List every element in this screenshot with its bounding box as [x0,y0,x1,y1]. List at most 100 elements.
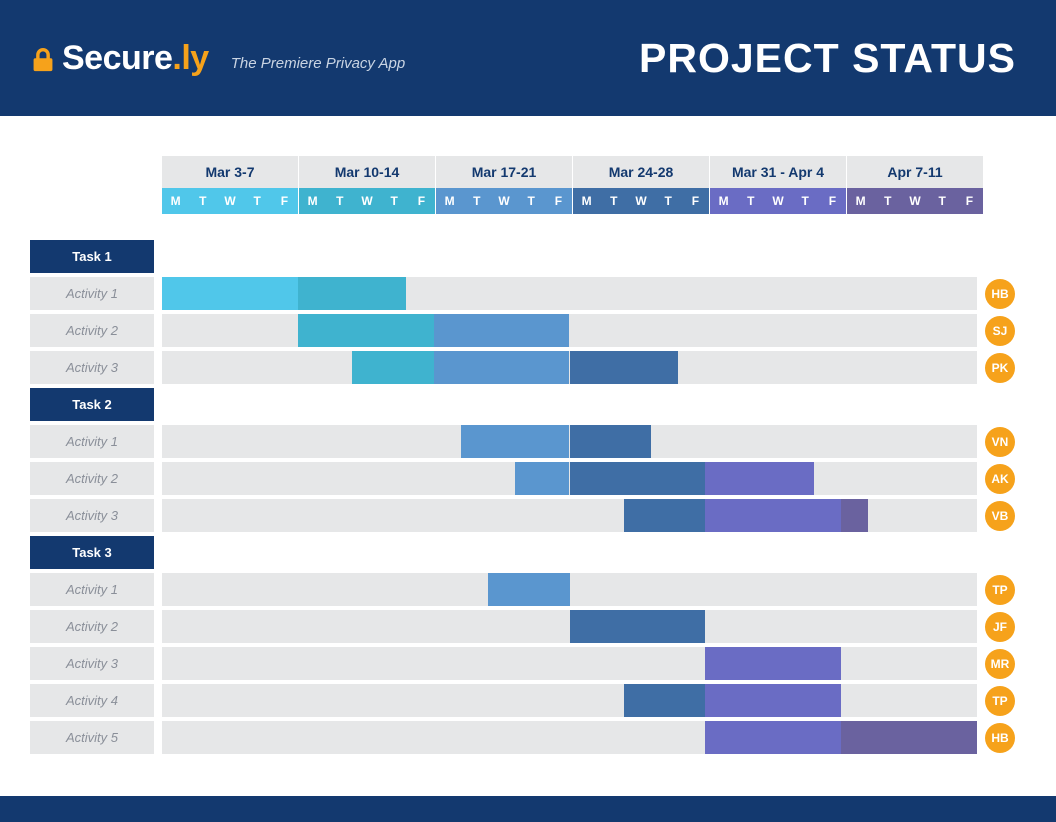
day-cell: W [353,188,380,214]
gantt-track [162,647,977,680]
weeks-header: Mar 3-7MTWTFMar 10-14MTWTFMar 17-21MTWTF… [162,156,1026,214]
owner-avatar: TP [985,575,1015,605]
week-column: Apr 7-11MTWTF [847,156,983,214]
day-row: MTWTF [162,188,298,214]
activity-row: Activity 4TP [30,682,1026,719]
task-label: Task 1 [30,240,154,273]
gantt-rows: Task 1Activity 1HBActivity 2SJActivity 3… [30,238,1026,756]
day-row: MTWTF [436,188,572,214]
gantt-segment [515,462,569,495]
gantt-track [162,425,977,458]
day-cell: M [847,188,874,214]
gantt-segment [841,721,977,754]
day-cell: T [792,188,819,214]
day-cell: T [737,188,764,214]
activity-label: Activity 5 [30,721,154,754]
activity-label: Activity 2 [30,314,154,347]
gantt-chart: Mar 3-7MTWTFMar 10-14MTWTFMar 17-21MTWTF… [0,116,1056,796]
gantt-track [162,314,977,347]
brand-secure: Secure [62,39,172,77]
gantt-track [162,351,977,384]
gantt-segment [434,314,570,347]
week-label: Mar 24-28 [573,156,709,188]
activity-label: Activity 1 [30,425,154,458]
day-cell: M [710,188,737,214]
day-cell: T [874,188,901,214]
gantt-track [162,721,977,754]
day-row: MTWTF [710,188,846,214]
owner-avatar: MR [985,649,1015,679]
activity-row: Activity 3 PK [30,349,1026,386]
day-cell: F [682,188,709,214]
week-column: Mar 17-21MTWTF [436,156,572,214]
activity-row: Activity 2 SJ [30,312,1026,349]
week-column: Mar 31 - Apr 4MTWTF [710,156,846,214]
activity-row: Activity 1TP [30,571,1026,608]
day-cell: T [929,188,956,214]
gantt-segment [705,647,841,680]
owner-avatar: PK [985,353,1015,383]
gantt-segment [162,277,298,310]
day-cell: T [189,188,216,214]
day-cell: F [271,188,298,214]
owner-avatar: VB [985,501,1015,531]
day-cell: W [901,188,928,214]
day-cell: M [162,188,189,214]
gantt-segment [705,499,841,532]
gantt-track [162,610,977,643]
day-cell: W [216,188,243,214]
day-cell: T [381,188,408,214]
day-cell: F [819,188,846,214]
week-label: Mar 3-7 [162,156,298,188]
day-cell: T [326,188,353,214]
owner-avatar: AK [985,464,1015,494]
week-column: Mar 24-28MTWTF [573,156,709,214]
gantt-segment [570,425,652,458]
footer-bar [0,796,1056,822]
week-label: Mar 17-21 [436,156,572,188]
activity-row: Activity 2 JF [30,608,1026,645]
activity-label: Activity 3 [30,351,154,384]
brand-ly: ly [181,39,208,77]
day-cell: F [408,188,435,214]
task-label: Task 2 [30,388,154,421]
day-cell: T [655,188,682,214]
day-cell: W [627,188,654,214]
gantt-segment [841,499,868,532]
app-header: Secure.ly The Premiere Privacy App PROJE… [0,0,1056,116]
day-cell: W [490,188,517,214]
gantt-segment [298,277,407,310]
gantt-track [162,277,977,310]
day-cell: T [518,188,545,214]
lock-icon [32,48,54,72]
gantt-segment [624,684,706,717]
owner-avatar: SJ [985,316,1015,346]
activity-row: Activity 3 MR [30,645,1026,682]
week-label: Mar 31 - Apr 4 [710,156,846,188]
task-label: Task 3 [30,536,154,569]
gantt-segment [461,425,570,458]
gantt-track [162,499,977,532]
task-header-row: Task 2 [30,386,1026,423]
day-cell: M [573,188,600,214]
week-column: Mar 10-14MTWTF [299,156,435,214]
week-column: Mar 3-7MTWTF [162,156,298,214]
gantt-segment [570,351,679,384]
day-cell: F [956,188,983,214]
page-title: PROJECT STATUS [639,35,1016,82]
activity-row: Activity 2 AK [30,460,1026,497]
owner-avatar: TP [985,686,1015,716]
activity-label: Activity 3 [30,647,154,680]
activity-label: Activity 2 [30,462,154,495]
owner-avatar: JF [985,612,1015,642]
gantt-segment [705,462,814,495]
gantt-segment [434,351,570,384]
gantt-segment [352,351,434,384]
day-cell: F [545,188,572,214]
day-row: MTWTF [573,188,709,214]
week-label: Apr 7-11 [847,156,983,188]
day-row: MTWTF [299,188,435,214]
activity-label: Activity 2 [30,610,154,643]
brand-block: Secure.ly The Premiere Privacy App [32,39,405,78]
gantt-segment [298,314,434,347]
